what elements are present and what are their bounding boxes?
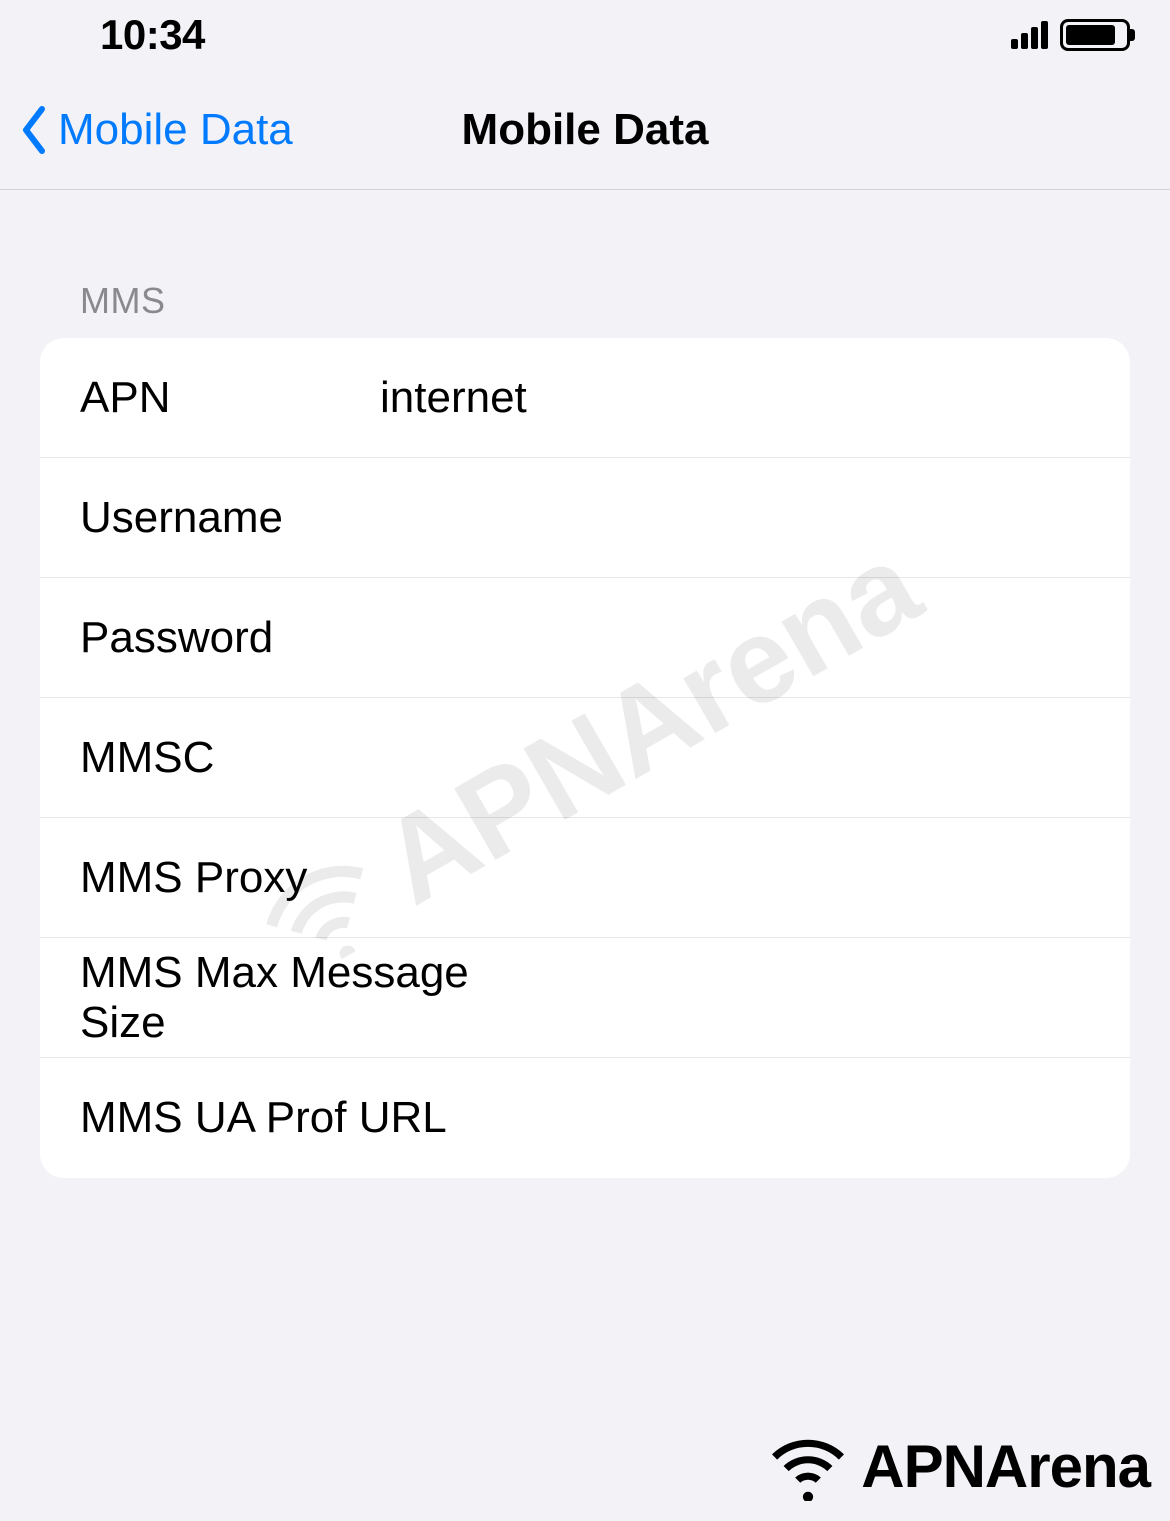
status-bar: 10:34: [0, 0, 1170, 70]
back-button[interactable]: Mobile Data: [20, 105, 293, 155]
row-label-password: Password: [80, 613, 380, 663]
mmsc-input[interactable]: [380, 733, 1090, 783]
status-time: 10:34: [100, 11, 205, 59]
mms-max-size-input[interactable]: [515, 973, 1090, 1023]
settings-row-mms-proxy[interactable]: MMS Proxy: [40, 818, 1130, 938]
settings-row-password[interactable]: Password: [40, 578, 1130, 698]
wifi-icon: [763, 1431, 853, 1501]
row-label-mms-ua-prof: MMS UA Prof URL: [80, 1093, 515, 1143]
footer-text: APNArena: [861, 1432, 1150, 1501]
apn-input[interactable]: [380, 373, 1090, 423]
chevron-left-icon: [20, 105, 50, 155]
row-label-mms-max-size: MMS Max Message Size: [80, 948, 515, 1048]
settings-group-mms: APN Username Password MMSC MMS Proxy MMS…: [40, 338, 1130, 1178]
row-label-mms-proxy: MMS Proxy: [80, 853, 380, 903]
cellular-signal-icon: [1011, 21, 1048, 49]
settings-row-mms-max-size[interactable]: MMS Max Message Size: [40, 938, 1130, 1058]
mms-ua-prof-input[interactable]: [515, 1093, 1090, 1143]
row-label-username: Username: [80, 493, 380, 543]
row-label-apn: APN: [80, 373, 380, 423]
mms-proxy-input[interactable]: [380, 853, 1090, 903]
status-icons: [1011, 19, 1130, 51]
password-input[interactable]: [380, 613, 1090, 663]
settings-row-apn[interactable]: APN: [40, 338, 1130, 458]
section-header-mms: MMS: [40, 280, 1130, 338]
username-input[interactable]: [380, 493, 1090, 543]
page-title: Mobile Data: [462, 105, 709, 155]
battery-icon: [1060, 19, 1130, 51]
footer-logo: APNArena: [763, 1431, 1150, 1501]
navigation-bar: Mobile Data Mobile Data: [0, 70, 1170, 190]
content-area: MMS APN Username Password MMSC MMS Proxy: [0, 190, 1170, 1178]
back-label: Mobile Data: [58, 105, 293, 155]
row-label-mmsc: MMSC: [80, 733, 380, 783]
settings-row-username[interactable]: Username: [40, 458, 1130, 578]
settings-row-mmsc[interactable]: MMSC: [40, 698, 1130, 818]
settings-row-mms-ua-prof[interactable]: MMS UA Prof URL: [40, 1058, 1130, 1178]
